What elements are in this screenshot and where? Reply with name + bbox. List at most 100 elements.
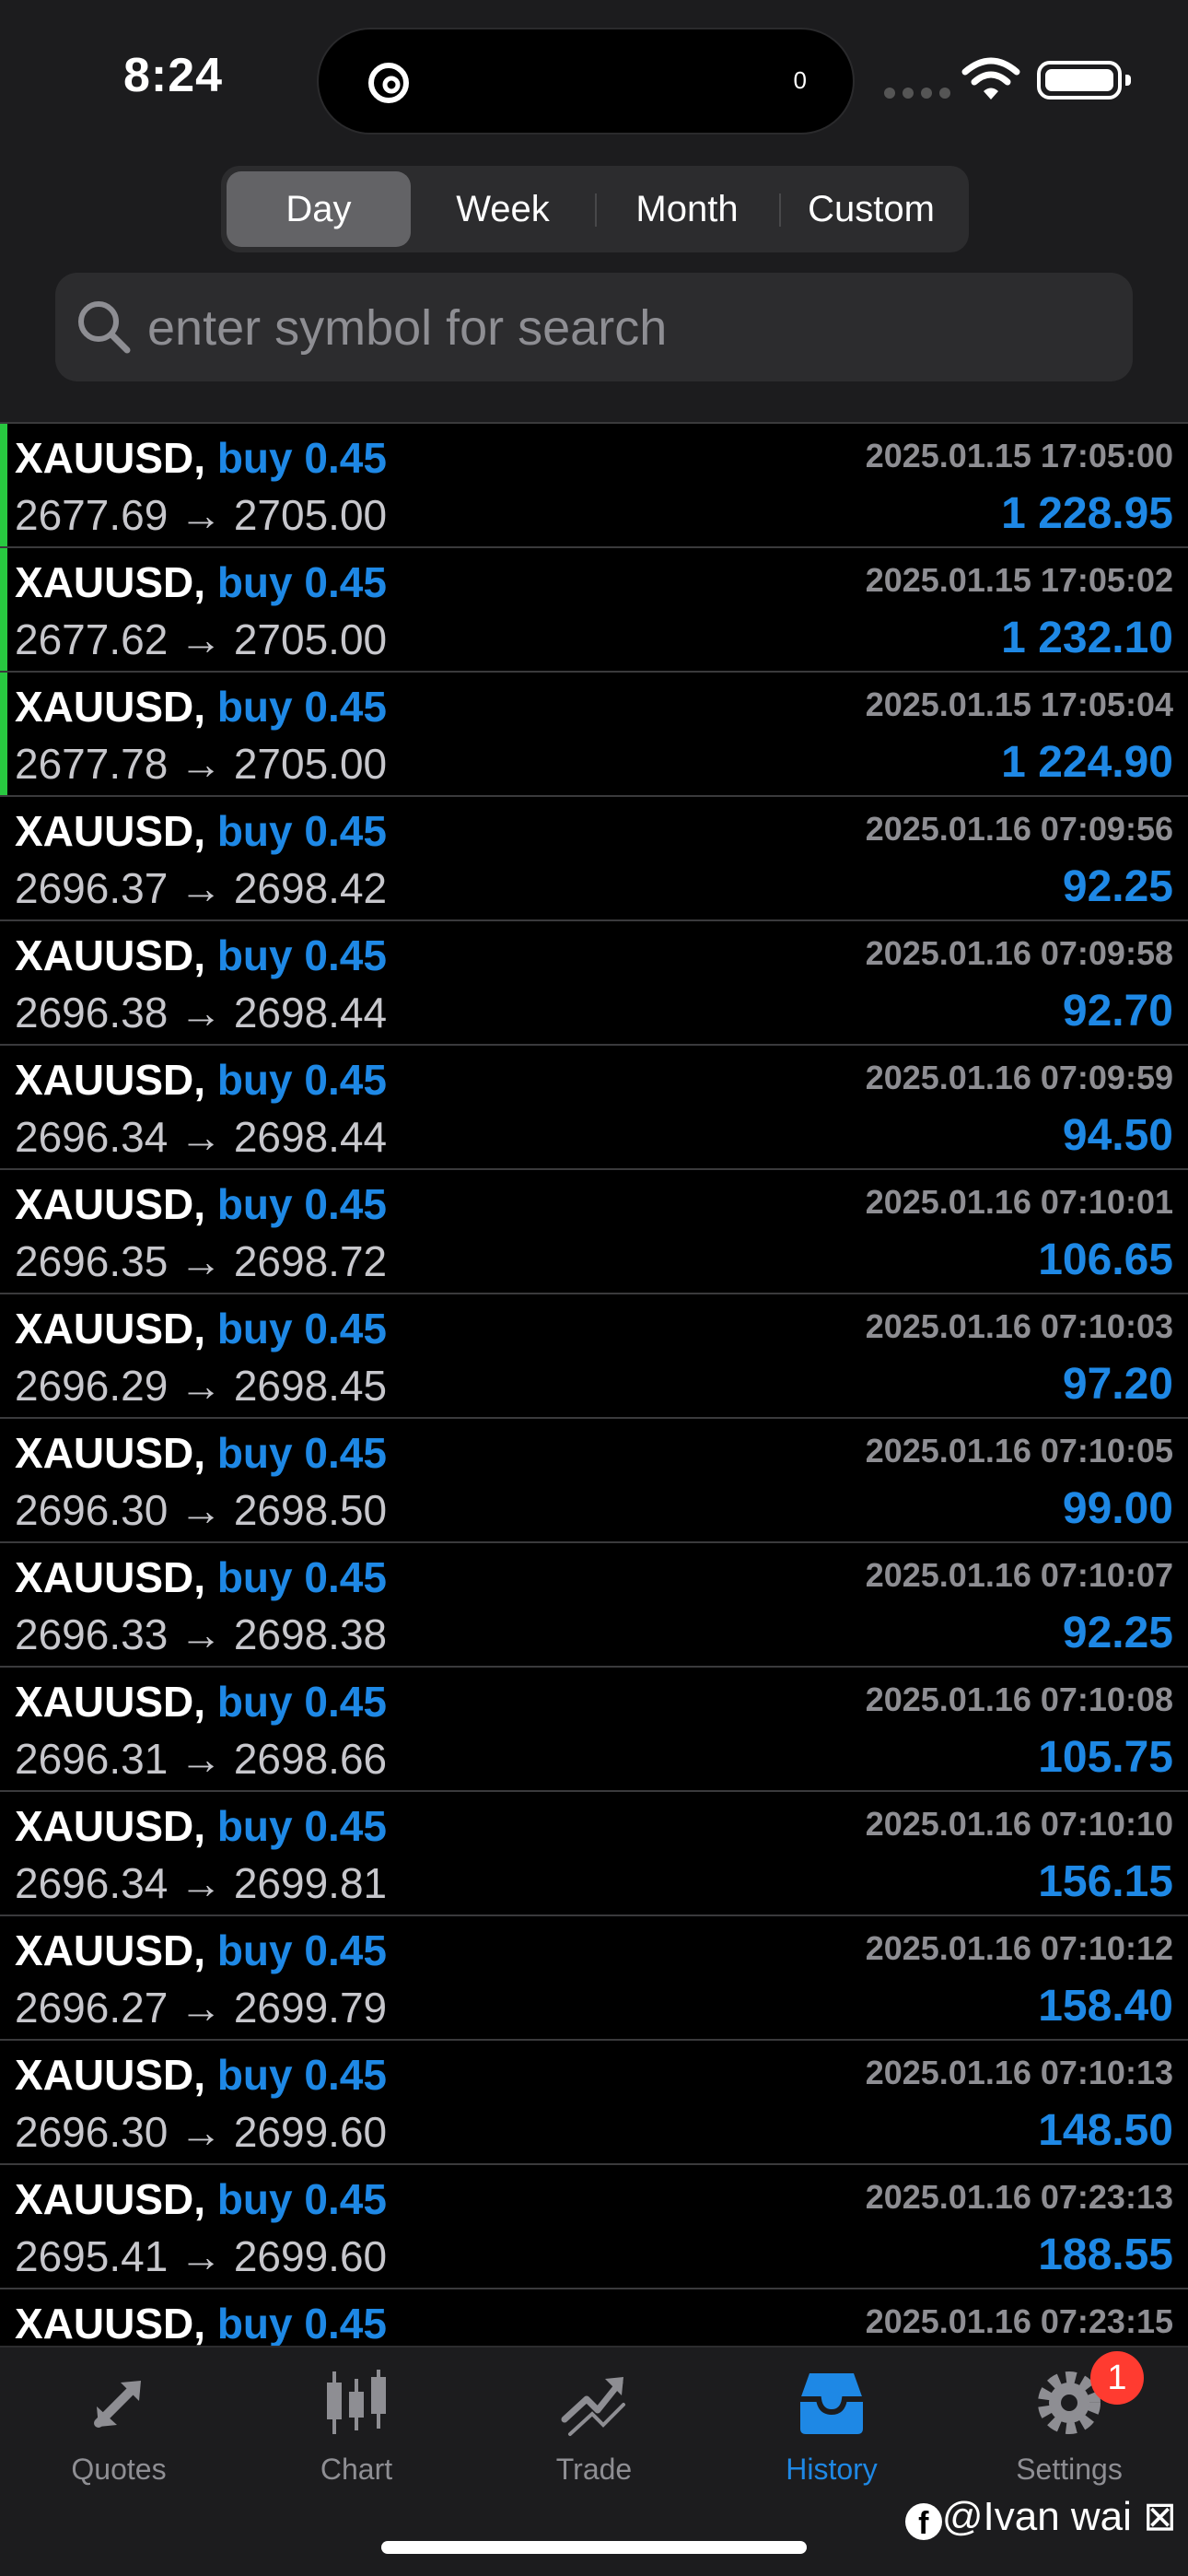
tab-history[interactable]: History [713,2364,950,2502]
trade-profit: 94.50 [1062,1111,1173,1160]
trade-time: 2025.01.16 07:09:58 [865,934,1173,972]
trade-time: 2025.01.15 17:05:00 [865,437,1173,474]
closed-position-marker [0,673,7,795]
period-tab-custom[interactable]: Custom [779,171,963,247]
trade-prices: 2696.29 → 2698.45 [15,1362,388,1410]
trade-side-volume: buy 0.45 [216,1553,387,1601]
trade-time: 2025.01.15 17:05:02 [865,561,1173,599]
trade-symbol: XAUUSD, buy 0.45 [15,1056,387,1104]
trade-prices: 2696.35 → 2698.72 [15,1237,388,1285]
trade-side-volume: buy 0.45 [216,1678,387,1726]
trade-row[interactable]: XAUUSD, buy 0.45 2695.41 → 2699.60 2025.… [0,2163,1188,2288]
trade-prices: 2696.38 → 2698.44 [15,989,388,1036]
home-indicator[interactable] [381,2541,807,2554]
trade-profit: 92.25 [1062,862,1173,911]
status-time: 8:24 [123,49,224,102]
history-inbox-icon [800,2373,863,2434]
symbol-search-input[interactable] [146,286,1107,370]
trade-side-volume: buy 0.45 [216,1305,387,1352]
watermark: f @Ivan wai ⊠ [904,2493,1177,2541]
trade-prices: 2696.34 → 2699.81 [15,1859,388,1907]
period-tab-month[interactable]: Month [595,171,779,247]
trade-row[interactable]: XAUUSD, buy 0.45 2677.78 → 2705.00 2025.… [0,671,1188,795]
trade-time: 2025.01.16 07:23:15 [865,2302,1173,2340]
trade-symbol: XAUUSD, buy 0.45 [15,1926,387,1974]
trade-row[interactable]: XAUUSD, buy 0.45 2696.30 → 2699.60 2025.… [0,2039,1188,2163]
trade-time: 2025.01.16 07:10:10 [865,1805,1173,1843]
watermark-text: @Ivan wai ⊠ [941,2494,1177,2539]
trade-prices: 2696.31 → 2698.66 [15,1735,388,1783]
trade-side-volume: buy 0.45 [216,1180,387,1228]
trade-time: 2025.01.16 07:09:59 [865,1059,1173,1096]
closed-position-marker [0,424,7,546]
trade-row[interactable]: XAUUSD, buy 0.45 2696.31 → 2698.66 2025.… [0,1666,1188,1790]
trade-prices: 2696.27 → 2699.79 [15,1984,388,2032]
period-segmented-control: Day Week Month Custom [221,166,969,252]
trade-time: 2025.01.16 07:10:12 [865,1929,1173,1967]
trade-profit: 97.20 [1062,1360,1173,1409]
trade-row[interactable]: XAUUSD, buy 0.45 2696.34 → 2699.81 2025.… [0,1790,1188,1914]
period-tab-day[interactable]: Day [227,171,411,247]
trade-symbol: XAUUSD, buy 0.45 [15,2300,387,2346]
tab-trade[interactable]: Trade [475,2364,713,2502]
tab-settings[interactable]: Settings [950,2364,1188,2502]
period-tab-week[interactable]: Week [411,171,595,247]
trade-side-volume: buy 0.45 [216,683,387,731]
battery-icon [1037,61,1131,100]
trade-symbol: XAUUSD, buy 0.45 [15,1429,387,1477]
search-icon [78,301,131,354]
trade-row[interactable]: XAUUSD, buy 0.45 2677.69 → 2705.00 2025.… [0,422,1188,546]
trade-symbol: XAUUSD, buy 0.45 [15,807,387,855]
trade-row[interactable]: XAUUSD, buy 0.45 2677.62 → 2705.00 2025.… [0,546,1188,671]
trade-side-volume: buy 0.45 [216,2051,387,2099]
trade-symbol: XAUUSD, buy 0.45 [15,1180,387,1228]
trade-profit: 106.65 [1038,1235,1173,1284]
wifi-icon [961,57,1020,100]
trade-time: 2025.01.16 07:10:01 [865,1183,1173,1221]
trade-side-volume: buy 0.45 [216,434,387,482]
trade-row[interactable]: XAUUSD, buy 0.45 2696.27 → 2699.79 2025.… [0,1914,1188,2039]
tab-quotes[interactable]: Quotes [0,2364,238,2502]
trade-symbol: XAUUSD, buy 0.45 [15,1678,387,1726]
search-bar [55,273,1133,381]
trade-time: 2025.01.16 07:10:05 [865,1432,1173,1469]
trade-time: 2025.01.16 07:10:13 [865,2054,1173,2091]
tab-chart[interactable]: Chart [238,2364,475,2502]
trade-row[interactable]: XAUUSD, buy 0.45 2696.35 → 2698.72 2025.… [0,1168,1188,1293]
threads-icon [368,63,409,103]
trade-prices: 2677.78 → 2705.00 [15,740,388,788]
trade-profit: 188.55 [1038,2231,1173,2279]
trade-side-volume: buy 0.45 [216,1429,387,1477]
trade-profit: 158.40 [1038,1982,1173,2031]
trade-symbol: XAUUSD, buy 0.45 [15,683,387,731]
trade-side-volume: buy 0.45 [216,1056,387,1104]
trade-row[interactable]: XAUUSD, buy 0.45 2696.37 → 2698.42 2025.… [0,795,1188,919]
tab-settings-label: Settings [1016,2453,1123,2486]
tab-history-label: History [786,2453,878,2486]
trade-history-list: XAUUSD, buy 0.45 2677.69 → 2705.00 2025.… [0,422,1188,2346]
trade-symbol: XAUUSD, buy 0.45 [15,931,387,979]
top-header: 8:24 0 Day Week Month Custom [0,0,1188,422]
candlestick-chart-icon [327,2370,386,2434]
trade-row[interactable]: XAUUSD, buy 0.45 2025.01.16 07:23:15 [0,2288,1188,2346]
trade-row[interactable]: XAUUSD, buy 0.45 2696.34 → 2698.44 2025.… [0,1044,1188,1168]
trade-time: 2025.01.16 07:10:08 [865,1680,1173,1718]
trade-row[interactable]: XAUUSD, buy 0.45 2696.33 → 2698.38 2025.… [0,1541,1188,1666]
tab-chart-label: Chart [320,2453,393,2486]
trade-symbol: XAUUSD, buy 0.45 [15,1802,387,1850]
trade-row[interactable]: XAUUSD, buy 0.45 2696.30 → 2698.50 2025.… [0,1417,1188,1541]
trade-row[interactable]: XAUUSD, buy 0.45 2696.29 → 2698.45 2025.… [0,1293,1188,1417]
trade-profit: 1 224.90 [1001,738,1173,787]
trade-row[interactable]: XAUUSD, buy 0.45 2696.38 → 2698.44 2025.… [0,919,1188,1044]
trade-symbol: XAUUSD, buy 0.45 [15,1305,387,1352]
trade-prices: 2677.62 → 2705.00 [15,615,388,663]
trade-side-volume: buy 0.45 [216,1802,387,1850]
trade-time: 2025.01.16 07:09:56 [865,810,1173,848]
trade-symbol: XAUUSD, buy 0.45 [15,1553,387,1601]
trade-side-volume: buy 0.45 [216,558,387,606]
trade-side-volume: buy 0.45 [216,807,387,855]
trade-symbol: XAUUSD, buy 0.45 [15,434,387,482]
dynamic-island[interactable]: 0 [317,28,855,135]
trade-profit: 1 228.95 [1001,489,1173,538]
trade-symbol: XAUUSD, buy 0.45 [15,2051,387,2099]
